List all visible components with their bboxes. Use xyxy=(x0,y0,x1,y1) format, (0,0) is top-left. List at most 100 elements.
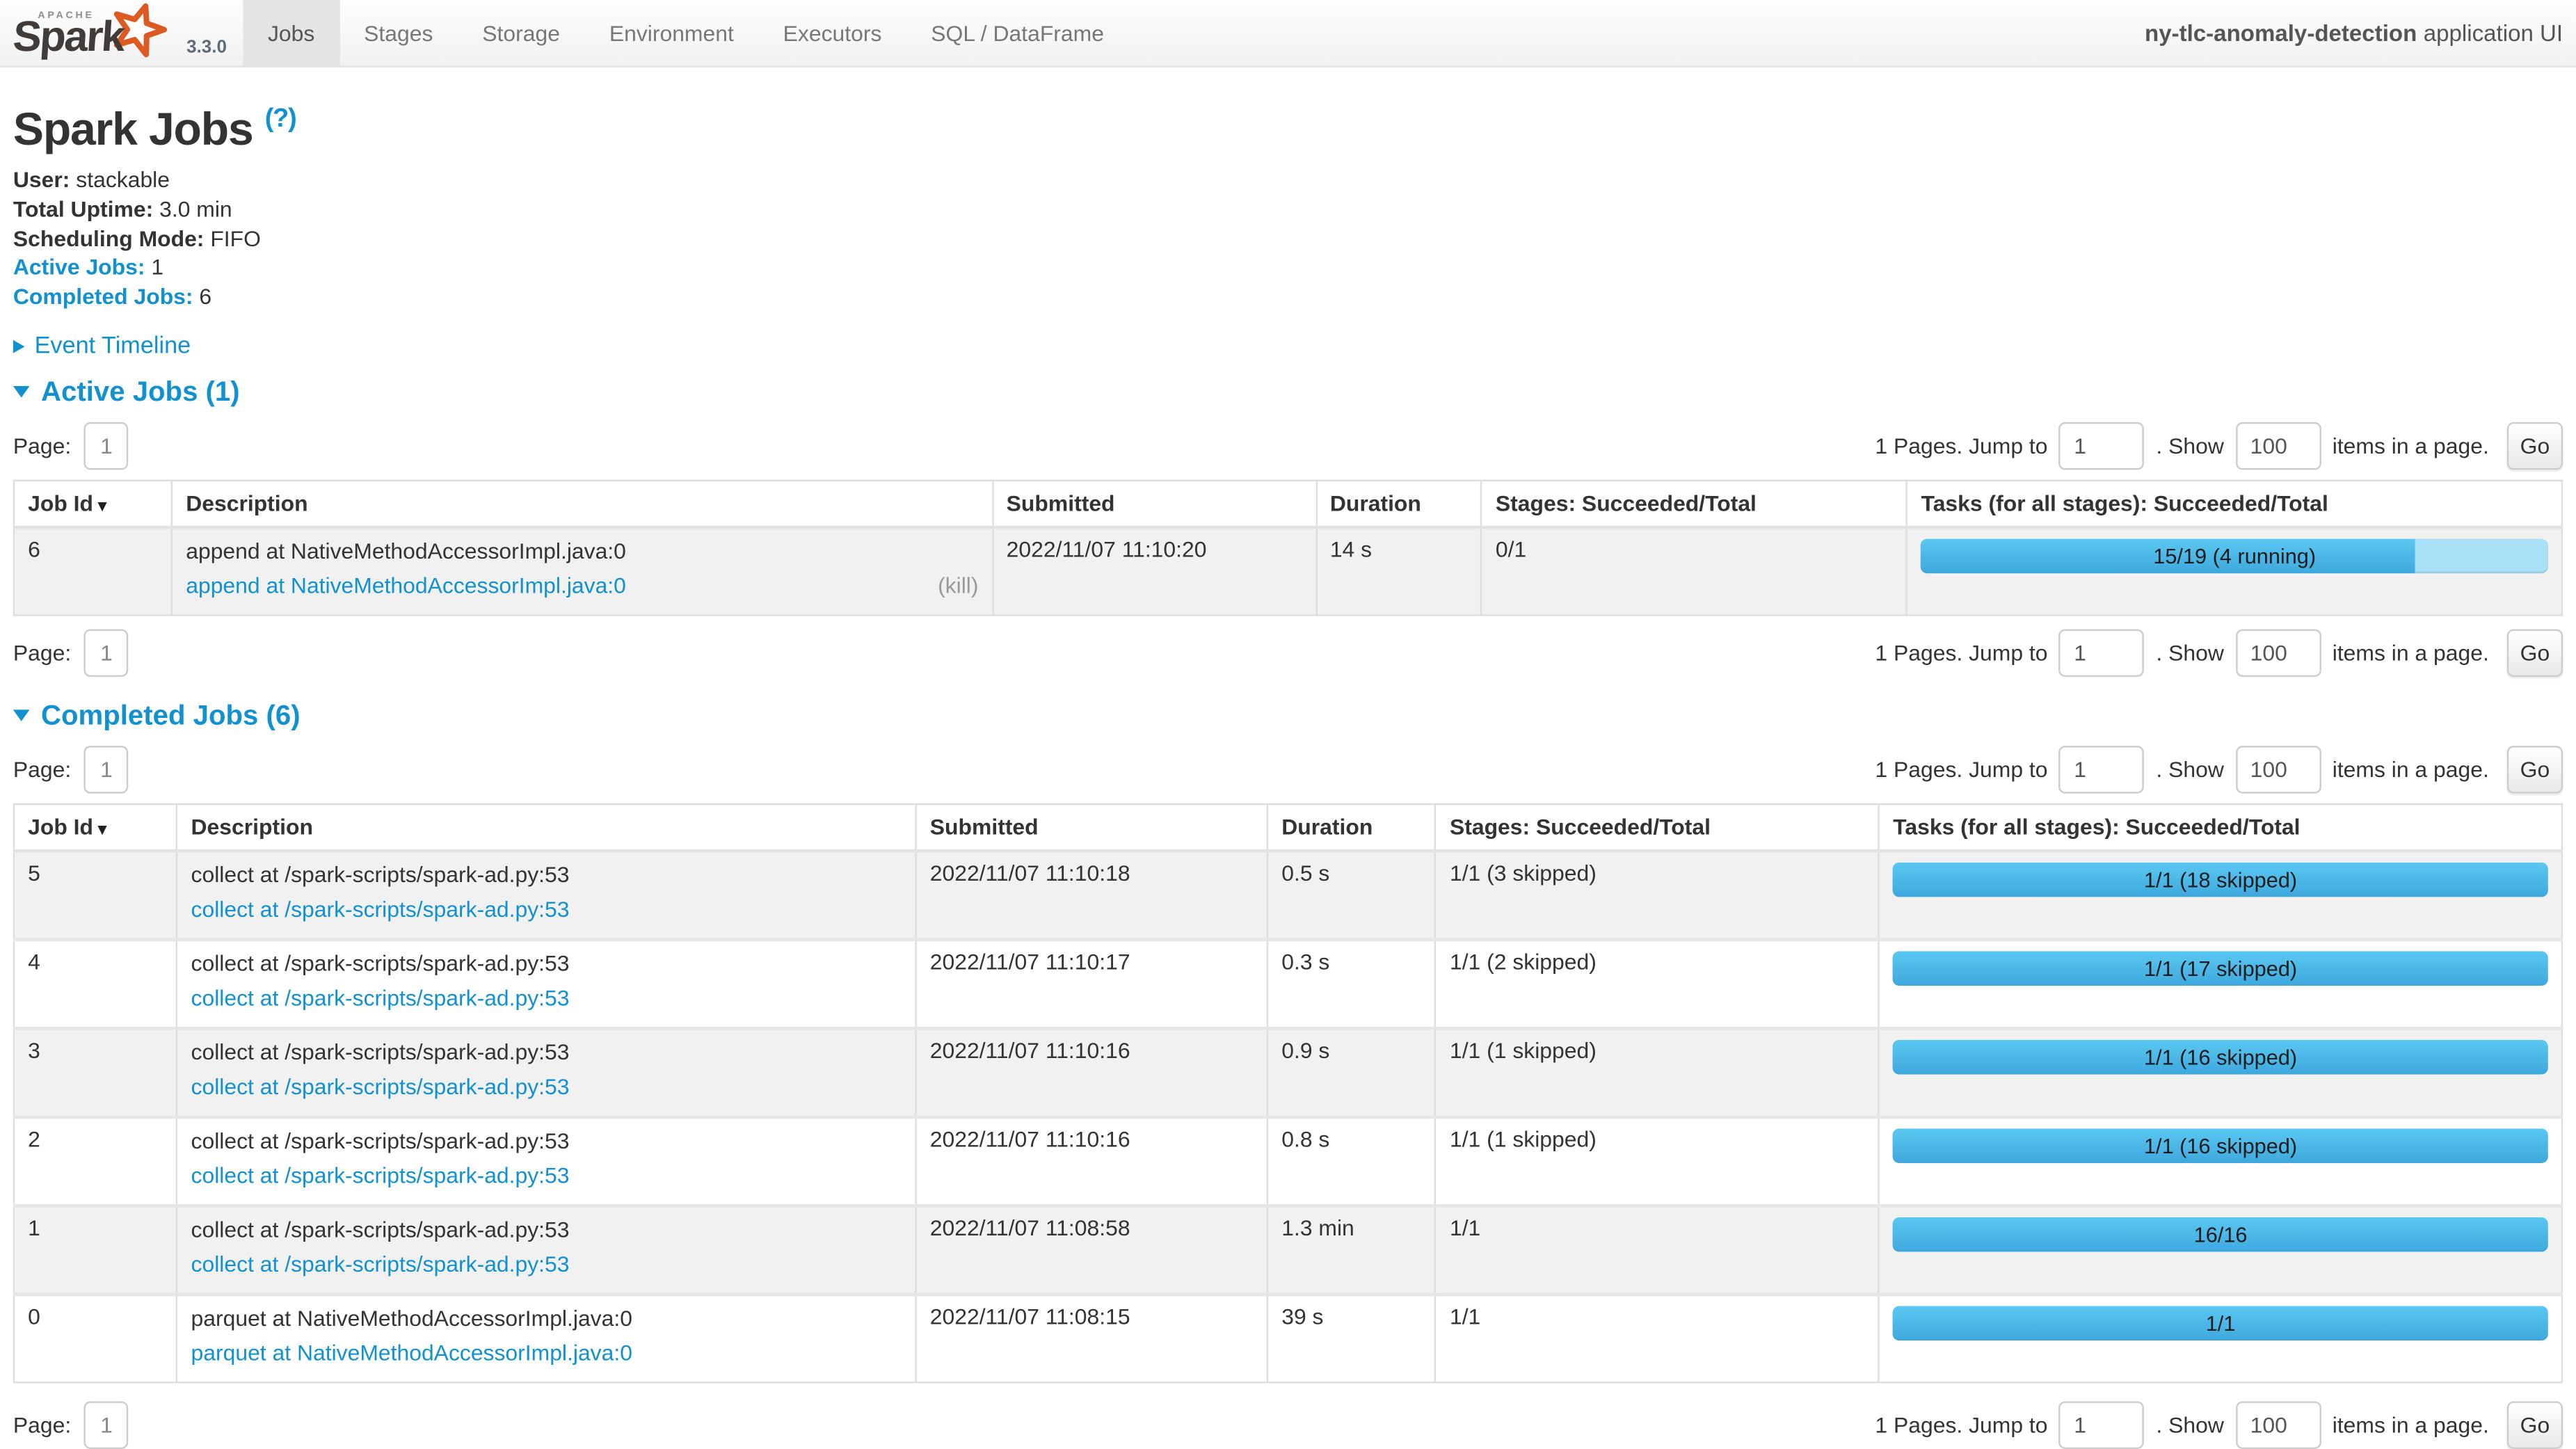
submitted-cell: 2022/11/07 11:10:17 xyxy=(916,940,1267,1029)
submitted-cell: 2022/11/07 11:10:16 xyxy=(916,1117,1267,1206)
items-per-page-text: items in a page. xyxy=(2333,433,2489,458)
job-description-cell: collect at /spark-scripts/spark-ad.py:53… xyxy=(177,1028,915,1117)
pagination-row: Page: 1 1 Pages. Jump to . Show items in… xyxy=(13,629,2563,676)
spark-wordmark: Spark xyxy=(11,12,125,63)
items-per-page-text: items in a page. xyxy=(2333,1413,2489,1437)
tab-jobs[interactable]: Jobs xyxy=(243,0,339,65)
job-description-text: collect at /spark-scripts/spark-ad.py:53 xyxy=(191,950,902,977)
header-description[interactable]: Description xyxy=(177,804,915,851)
completed-jobs-section-header[interactable]: Completed Jobs (6) xyxy=(13,700,2563,732)
job-summary-list: User: stackable Total Uptime: 3.0 min Sc… xyxy=(13,166,2563,312)
stages-cell: 0/1 xyxy=(1482,527,1907,615)
go-button[interactable]: Go xyxy=(2507,629,2563,676)
job-detail-link[interactable]: collect at /spark-scripts/spark-ad.py:53 xyxy=(191,984,570,1012)
help-tooltip-link[interactable]: (?) xyxy=(265,105,296,133)
submitted-cell: 2022/11/07 11:10:20 xyxy=(993,527,1316,615)
current-page-box[interactable]: 1 xyxy=(84,422,129,470)
header-duration[interactable]: Duration xyxy=(1267,804,1436,851)
tasks-cell: 15/19 (4 running) xyxy=(1907,527,2562,615)
tasks-cell: 1/1 (16 skipped) xyxy=(1879,1028,2562,1117)
job-description-text: collect at /spark-scripts/spark-ad.py:53 xyxy=(191,860,902,888)
duration-cell: 0.8 s xyxy=(1267,1117,1436,1206)
active-jobs-section-header[interactable]: Active Jobs (1) xyxy=(13,376,2563,409)
tab-stages[interactable]: Stages xyxy=(339,0,458,65)
submitted-cell: 2022/11/07 11:10:18 xyxy=(916,851,1267,940)
tab-environment[interactable]: Environment xyxy=(584,0,758,65)
jump-to-page-input[interactable] xyxy=(2059,629,2145,676)
tab-executors[interactable]: Executors xyxy=(758,0,906,65)
current-page-box[interactable]: 1 xyxy=(84,629,129,676)
job-detail-link[interactable]: append at NativeMethodAccessorImpl.java:… xyxy=(186,572,626,600)
job-id-cell: 1 xyxy=(14,1206,177,1295)
show-text: . Show xyxy=(2156,433,2223,458)
application-ui-suffix: application UI xyxy=(2424,19,2563,46)
items-per-page-input[interactable] xyxy=(2235,422,2321,470)
sort-desc-icon: ▾ xyxy=(98,498,106,516)
tab-storage[interactable]: Storage xyxy=(458,0,585,65)
go-button[interactable]: Go xyxy=(2507,746,2563,793)
application-title: ny-tlc-anomaly-detection application UI xyxy=(2145,0,2563,65)
job-description-text: parquet at NativeMethodAccessorImpl.java… xyxy=(191,1304,902,1332)
header-submitted[interactable]: Submitted xyxy=(916,804,1267,851)
header-job-id[interactable]: Job Id▾ xyxy=(14,481,172,527)
expanded-arrow-icon xyxy=(13,710,30,722)
job-id-cell: 6 xyxy=(14,527,172,615)
jump-to-page-input[interactable] xyxy=(2059,1401,2145,1448)
job-id-cell: 2 xyxy=(14,1117,177,1206)
header-description[interactable]: Description xyxy=(172,481,992,527)
job-detail-link[interactable]: collect at /spark-scripts/spark-ad.py:53 xyxy=(191,1250,570,1278)
header-duration[interactable]: Duration xyxy=(1316,481,1482,527)
page-label: Page: xyxy=(13,1413,71,1437)
pages-count-text: 1 Pages. Jump to xyxy=(1875,641,2047,665)
summary-completed-jobs[interactable]: Completed Jobs: 6 xyxy=(13,283,2563,312)
table-row: 1 collect at /spark-scripts/spark-ad.py:… xyxy=(14,1206,2562,1295)
tab-sql-dataframe[interactable]: SQL / DataFrame xyxy=(906,0,1129,65)
job-description-cell: collect at /spark-scripts/spark-ad.py:53… xyxy=(177,940,915,1029)
current-page-box[interactable]: 1 xyxy=(84,746,129,793)
items-per-page-input[interactable] xyxy=(2235,1401,2321,1448)
summary-active-jobs[interactable]: Active Jobs: 1 xyxy=(13,254,2563,283)
kill-job-link[interactable]: (kill) xyxy=(938,572,978,600)
header-stages[interactable]: Stages: Succeeded/Total xyxy=(1436,804,1879,851)
jump-to-page-input[interactable] xyxy=(2059,422,2145,470)
job-description-cell: collect at /spark-scripts/spark-ad.py:53… xyxy=(177,1117,915,1206)
table-row: 3 collect at /spark-scripts/spark-ad.py:… xyxy=(14,1028,2562,1117)
task-progress-bar: 1/1 (18 skipped) xyxy=(1893,863,2548,897)
header-tasks[interactable]: Tasks (for all stages): Succeeded/Total xyxy=(1907,481,2562,527)
table-header-row: Job Id▾ Description Submitted Duration S… xyxy=(14,481,2562,527)
header-submitted[interactable]: Submitted xyxy=(993,481,1316,527)
current-page-box[interactable]: 1 xyxy=(84,1401,129,1448)
spark-logo[interactable]: APACHE Spark 3.3.0 xyxy=(10,0,184,65)
header-stages[interactable]: Stages: Succeeded/Total xyxy=(1482,481,1907,527)
progress-label: 1/1 (16 skipped) xyxy=(1893,1040,2548,1075)
items-per-page-input[interactable] xyxy=(2235,746,2321,793)
job-description-text: collect at /spark-scripts/spark-ad.py:53 xyxy=(191,1216,902,1244)
job-detail-link[interactable]: collect at /spark-scripts/spark-ad.py:53 xyxy=(191,1162,570,1190)
show-text: . Show xyxy=(2156,641,2223,665)
job-detail-link[interactable]: collect at /spark-scripts/spark-ad.py:53 xyxy=(191,1073,570,1100)
summary-uptime: Total Uptime: 3.0 min xyxy=(13,195,2563,225)
job-detail-link[interactable]: collect at /spark-scripts/spark-ad.py:53 xyxy=(191,895,570,923)
job-id-cell: 0 xyxy=(14,1295,177,1382)
go-button[interactable]: Go xyxy=(2507,1401,2563,1448)
tasks-cell: 1/1 (18 skipped) xyxy=(1879,851,2562,940)
page-title-text: Spark Jobs xyxy=(13,104,253,154)
stages-cell: 1/1 (1 skipped) xyxy=(1436,1117,1879,1206)
go-button[interactable]: Go xyxy=(2507,422,2563,470)
summary-user: User: stackable xyxy=(13,166,2563,195)
navbar: APACHE Spark 3.3.0 Jobs Stages Storage E… xyxy=(0,0,2576,67)
spark-version: 3.3.0 xyxy=(186,38,227,57)
task-progress-bar: 1/1 (17 skipped) xyxy=(1893,951,2548,986)
header-tasks[interactable]: Tasks (for all stages): Succeeded/Total xyxy=(1879,804,2562,851)
duration-cell: 1.3 min xyxy=(1267,1206,1436,1295)
event-timeline-toggle[interactable]: Event Timeline xyxy=(13,333,2563,360)
pagination-row: Page: 1 1 Pages. Jump to . Show items in… xyxy=(13,1401,2563,1448)
progress-label: 16/16 xyxy=(1893,1217,2548,1252)
submitted-cell: 2022/11/07 11:08:15 xyxy=(916,1295,1267,1382)
header-job-id[interactable]: Job Id▾ xyxy=(14,804,177,851)
show-text: . Show xyxy=(2156,758,2223,782)
jump-to-page-input[interactable] xyxy=(2059,746,2145,793)
duration-cell: 14 s xyxy=(1316,527,1482,615)
items-per-page-input[interactable] xyxy=(2235,629,2321,676)
job-detail-link[interactable]: parquet at NativeMethodAccessorImpl.java… xyxy=(191,1339,632,1367)
